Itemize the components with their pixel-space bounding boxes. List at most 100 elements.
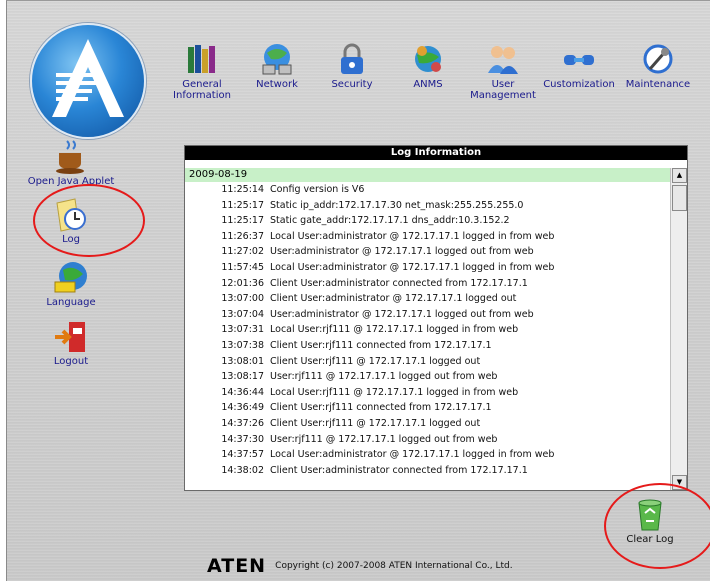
log-entry-message: Client User:rjf111 @ 172.17.17.1 logged …	[270, 417, 481, 429]
log-panel-title: Log Information	[185, 146, 687, 160]
log-entry-row: 11:25:17 Static gate_addr:172.17.17.1 dns…	[185, 213, 671, 229]
log-entry-message: Local User:administrator @ 172.17.17.1 l…	[270, 230, 555, 242]
log-entry-message: Local User:administrator @ 172.17.17.1 l…	[270, 449, 555, 461]
nav-user-management[interactable]: User Management	[464, 41, 542, 101]
log-list: 2009-08-19 11:25:14 Config version is V6 1…	[185, 168, 671, 490]
nav-network[interactable]: Network	[238, 41, 316, 90]
log-entry-time: 11:25:17	[221, 215, 264, 227]
log-entry-time: 14:37:30	[221, 433, 264, 445]
users-icon	[488, 46, 518, 74]
log-entry-row: 12:01:36 Client User:administrator connec…	[185, 276, 671, 292]
nav-label-customization: Customization	[543, 79, 615, 90]
log-entry-message: User:administrator @ 172.17.17.1 logged …	[270, 308, 534, 320]
log-entry-row: 14:37:30 User:rjf111 @ 172.17.17.1 logged…	[185, 432, 671, 448]
sidebar-label-logout: Logout	[53, 356, 89, 367]
nav-customization[interactable]: Customization	[540, 41, 618, 90]
nav-label-general-information: General Information	[173, 79, 231, 101]
log-entry-time: 11:57:45	[221, 261, 264, 273]
network-icon	[262, 44, 292, 75]
books-icon	[188, 45, 215, 73]
log-entry-message: Local User:rjf111 @ 172.17.17.1 logged i…	[270, 386, 519, 398]
log-date-row: 2009-08-19	[185, 168, 671, 182]
log-entry-row: 11:25:14 Config version is V6	[185, 182, 671, 198]
footer: ATEN Copyright (c) 2007-2008 ATEN Intern…	[207, 555, 513, 577]
copyright-text: Copyright (c) 2007-2008 ATEN Internation…	[275, 561, 513, 571]
log-entry-row: 13:07:31 Local User:rjf111 @ 172.17.17.1 …	[185, 322, 671, 338]
log-entry-row: 14:36:49 Client User:rjf111 connected fro…	[185, 400, 671, 416]
scrollbar-thumb[interactable]	[672, 185, 687, 211]
sidebar-label-open-java-applet: Open Java Applet	[27, 176, 115, 187]
log-entry-time: 11:27:02	[221, 246, 264, 258]
coffee-cup-icon	[56, 140, 84, 174]
clear-log-label: Clear Log	[626, 534, 674, 545]
log-entry-time: 11:25:14	[221, 184, 264, 195]
log-entry-row: 14:37:57 Local User:administrator @ 172.1…	[185, 447, 671, 463]
log-entry-message: Client User:rjf111 connected from 172.17…	[270, 339, 492, 351]
nav-general-information[interactable]: General Information	[163, 41, 241, 101]
sidebar-label-language: Language	[46, 297, 96, 308]
log-entry-time: 13:08:01	[221, 355, 264, 367]
main-frame: General Information Network Security ANM…	[6, 0, 710, 581]
log-entry-time: 14:37:26	[221, 417, 264, 429]
sidebar-item-language[interactable]: Language	[11, 260, 131, 308]
nav-anms[interactable]: ANMS	[389, 41, 467, 90]
nav-label-anms: ANMS	[413, 79, 443, 90]
clear-log-button[interactable]: Clear Log	[595, 497, 705, 545]
log-information-panel: Log Information 2009-08-19 11:25:14 Confi…	[184, 145, 688, 491]
log-entry-time: 14:36:49	[221, 402, 264, 414]
nav-maintenance[interactable]: Maintenance	[619, 41, 697, 90]
log-entry-time: 13:07:31	[221, 324, 264, 336]
logout-icon	[55, 322, 85, 352]
nav-security[interactable]: Security	[313, 41, 391, 90]
log-entry-row: 11:26:37 Local User:administrator @ 172.1…	[185, 229, 671, 245]
log-entry-message: Client User:administrator connected from…	[270, 464, 528, 476]
log-entry-row: 13:08:17 User:rjf111 @ 172.17.17.1 logged…	[185, 369, 671, 385]
sidebar-item-log[interactable]: Log	[11, 197, 131, 245]
log-entry-message: User:rjf111 @ 172.17.17.1 logged out fro…	[270, 371, 498, 383]
log-entry-message: User:rjf111 @ 172.17.17.1 logged out fro…	[270, 433, 498, 445]
log-entry-row: 11:57:45 Local User:administrator @ 172.1…	[185, 260, 671, 276]
log-entry-message: User:administrator @ 172.17.17.1 logged …	[270, 246, 534, 258]
aten-logo	[30, 23, 146, 139]
sidebar-label-log: Log	[62, 234, 80, 245]
log-entry-time: 13:07:04	[221, 308, 264, 320]
maintenance-icon	[643, 44, 673, 74]
log-entry-row: 13:07:04 User:administrator @ 172.17.17.1…	[185, 307, 671, 323]
log-entry-time: 13:08:17	[221, 371, 264, 383]
log-entry-time: 13:07:00	[221, 293, 264, 305]
log-entry-row: 13:07:38 Client User:rjf111 connected fro…	[185, 338, 671, 354]
log-entry-row: 14:37:26 Client User:rjf111 @ 172.17.17.1…	[185, 416, 671, 432]
log-entry-row: 11:27:02 User:administrator @ 172.17.17.1…	[185, 244, 671, 260]
log-entry-time: 14:36:44	[221, 386, 264, 398]
log-scrollbar[interactable]: ▲ ▼	[670, 168, 687, 490]
log-entry-message: Client User:administrator connected from…	[270, 277, 528, 289]
sidebar-item-open-java-applet[interactable]: Open Java Applet	[11, 139, 131, 187]
log-entry-row: 14:36:44 Local User:rjf111 @ 172.17.17.1 …	[185, 385, 671, 401]
log-entry-message: Config version is V6	[270, 184, 365, 195]
nav-label-security: Security	[331, 79, 373, 90]
scroll-up-button[interactable]: ▲	[672, 168, 687, 183]
log-entry-time: 11:26:37	[221, 230, 264, 242]
log-entry-time: 13:07:38	[221, 339, 264, 351]
log-entry-time: 14:38:02	[221, 464, 264, 476]
sidebar-item-logout[interactable]: Logout	[11, 319, 131, 367]
log-clock-icon	[56, 198, 86, 232]
log-entry-row: 14:38:02 Client User:administrator connec…	[185, 463, 671, 479]
log-entry-time: 12:01:36	[221, 277, 264, 289]
nav-label-maintenance: Maintenance	[625, 79, 691, 90]
log-entry-row: 13:08:01 Client User:rjf111 @ 172.17.17.1…	[185, 354, 671, 370]
log-entry-message: Client User:rjf111 @ 172.17.17.1 logged …	[270, 355, 481, 367]
log-entry-message: Client User:rjf111 connected from 172.17…	[270, 402, 492, 414]
recycle-bin-icon	[638, 499, 662, 531]
log-entry-message: Local User:rjf111 @ 172.17.17.1 logged i…	[270, 324, 519, 336]
nav-label-user-management: User Management	[470, 79, 536, 101]
customization-icon	[564, 55, 594, 65]
scroll-down-button[interactable]: ▼	[672, 475, 687, 490]
log-entry-message: Local User:administrator @ 172.17.17.1 l…	[270, 261, 555, 273]
log-entry-message: Client User:administrator @ 172.17.17.1 …	[270, 293, 517, 305]
log-entry-row: 11:25:17 Static ip_addr:172.17.17.30 net_…	[185, 198, 671, 214]
anms-icon	[415, 46, 441, 72]
globe-icon	[54, 262, 87, 293]
nav-label-network: Network	[256, 79, 298, 90]
log-entry-message: Static ip_addr:172.17.17.30 net_mask:255…	[270, 199, 524, 211]
